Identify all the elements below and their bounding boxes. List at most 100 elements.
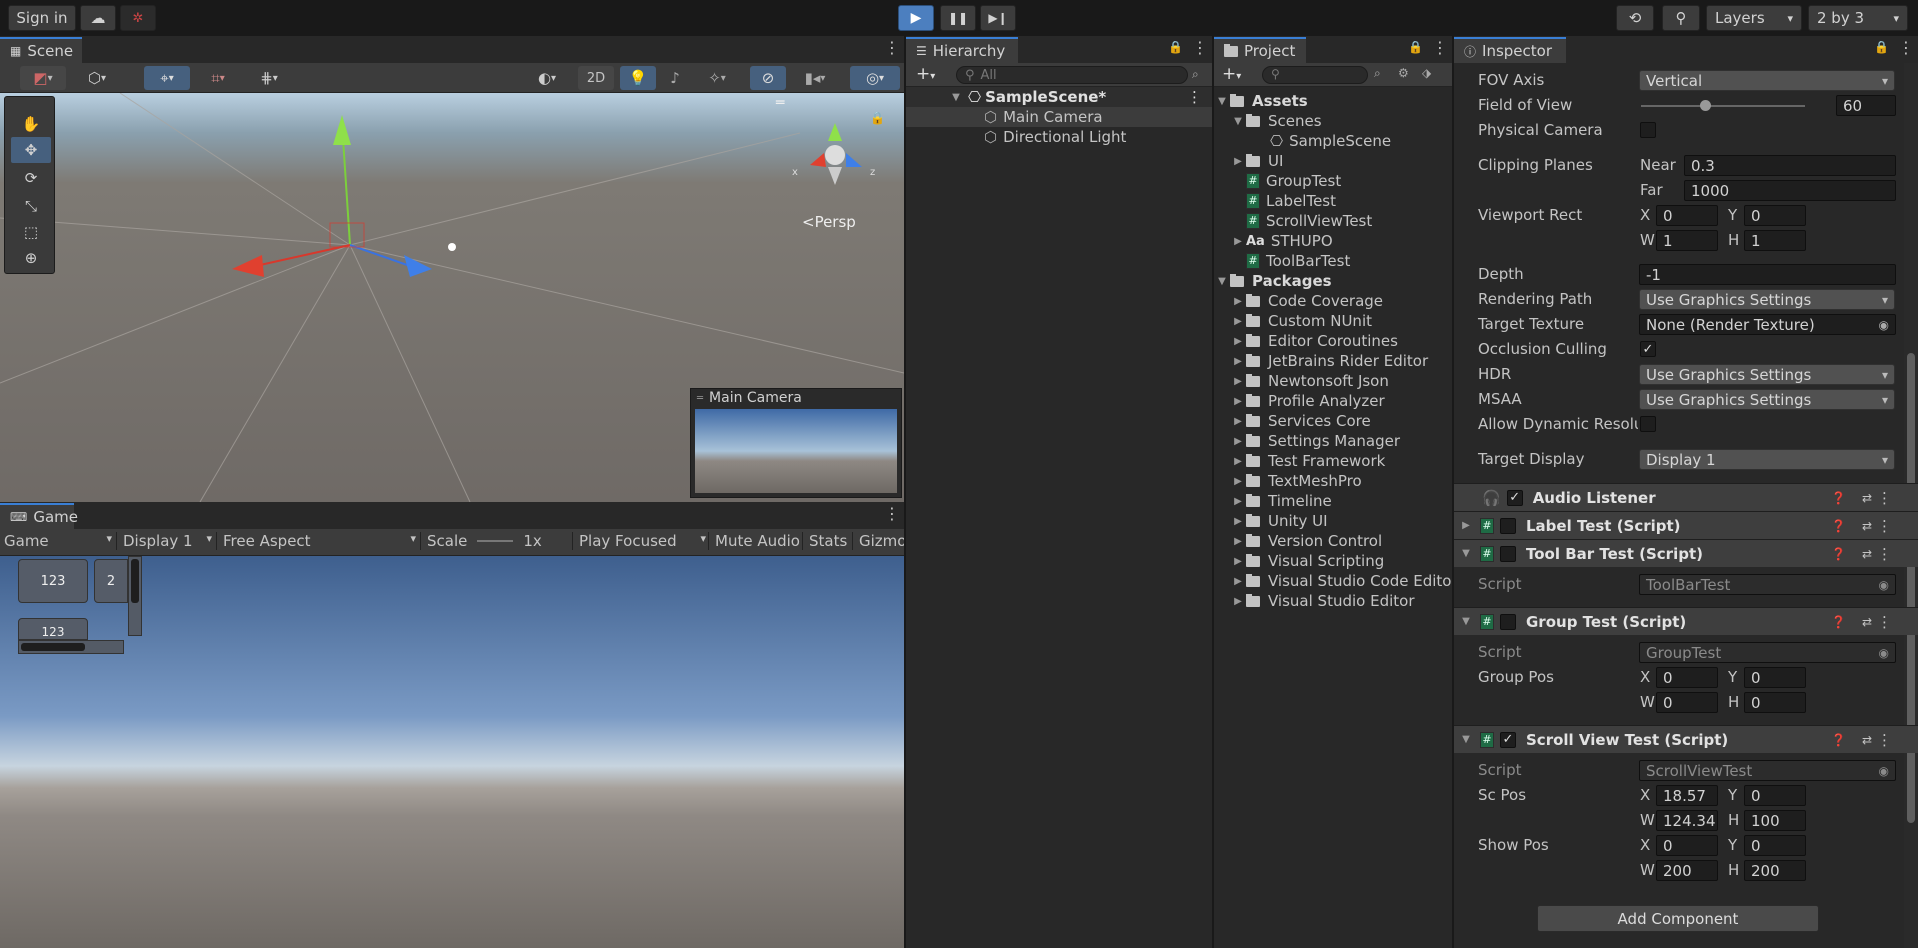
- sc-pos-h-field[interactable]: 100: [1744, 810, 1806, 831]
- pivot-button[interactable]: ⌖ ▾: [144, 66, 190, 90]
- help-icon[interactable]: ❓: [1831, 519, 1846, 533]
- collapsed-icon[interactable]: ▶: [1230, 316, 1246, 327]
- label-test-checkbox[interactable]: [1500, 517, 1516, 534]
- collab-button[interactable]: ✲: [120, 5, 156, 31]
- label-test-header[interactable]: ▶ # Label Test (Script) ❓ ⇄ ⋮: [1454, 511, 1918, 539]
- scene-asset[interactable]: ⎔ SampleScene: [1214, 131, 1452, 151]
- collapsed-icon[interactable]: ▶: [1230, 556, 1246, 567]
- audio-toggle[interactable]: ♪: [660, 66, 690, 90]
- target-texture-field[interactable]: None (Render Texture) ◉: [1639, 314, 1896, 335]
- show-pos-w-field[interactable]: 200: [1656, 860, 1718, 881]
- tab-project[interactable]: Project: [1214, 37, 1306, 63]
- scene-row[interactable]: ▼ ⎔ SampleScene* ⋮: [906, 87, 1212, 107]
- audio-listener-header[interactable]: 🎧 ✓ Audio Listener ❓ ⇄ ⋮: [1454, 483, 1918, 511]
- package-item[interactable]: ▶ TextMeshPro: [1214, 471, 1452, 491]
- fov-field[interactable]: 60: [1836, 95, 1896, 116]
- rect-tool[interactable]: ⬚: [11, 219, 51, 245]
- collapsed-icon[interactable]: ▶: [1230, 376, 1246, 387]
- package-item[interactable]: ▶ Visual Studio Editor: [1214, 591, 1452, 611]
- collapsed-icon[interactable]: ▶: [1230, 336, 1246, 347]
- help-icon[interactable]: ❓: [1831, 491, 1846, 505]
- preset-icon[interactable]: ⇄: [1862, 491, 1872, 505]
- package-item[interactable]: ▶ Services Core: [1214, 411, 1452, 431]
- package-item[interactable]: ▶ Timeline: [1214, 491, 1452, 511]
- more-icon[interactable]: ⋮: [1877, 489, 1892, 507]
- group-test-checkbox[interactable]: [1500, 613, 1516, 630]
- more-icon[interactable]: ⋮: [884, 504, 900, 523]
- search-button[interactable]: ⚲: [1662, 5, 1700, 31]
- collapsed-icon[interactable]: ▶: [1230, 516, 1246, 527]
- stats-toggle[interactable]: Stats: [802, 532, 847, 550]
- show-pos-h-field[interactable]: 200: [1744, 860, 1806, 881]
- expand-icon[interactable]: ▼: [1214, 276, 1230, 287]
- fov-slider-thumb[interactable]: [1700, 100, 1711, 111]
- expand-icon[interactable]: ▼: [1458, 734, 1474, 745]
- expand-icon[interactable]: ▼: [1230, 116, 1246, 127]
- create-button[interactable]: +▾: [916, 64, 935, 84]
- gizmos-toggle[interactable]: Gizmo: [852, 532, 904, 550]
- sc-pos-y-field[interactable]: 0: [1744, 785, 1806, 806]
- help-icon[interactable]: ❓: [1831, 615, 1846, 629]
- package-item[interactable]: ▶ Code Coverage: [1214, 291, 1452, 311]
- collapsed-icon[interactable]: ▶: [1458, 520, 1474, 531]
- gizmos-button[interactable]: ◎ ▾: [850, 66, 900, 90]
- more-icon[interactable]: ⋮: [1898, 38, 1914, 57]
- package-item[interactable]: ▶ Visual Studio Code Edito: [1214, 571, 1452, 591]
- asset-item[interactable]: # ScrollViewTest: [1214, 211, 1452, 231]
- lock-icon[interactable]: 🔒: [1408, 40, 1423, 54]
- collapsed-icon[interactable]: ▶: [1230, 536, 1246, 547]
- orientation-gizmo[interactable]: x z: [790, 115, 880, 195]
- occlusion-culling-checkbox[interactable]: ✓: [1640, 341, 1656, 357]
- play-button[interactable]: ▶: [898, 5, 934, 31]
- transform-tool[interactable]: ⊕: [11, 245, 51, 271]
- game-button-2[interactable]: 2: [94, 559, 128, 603]
- group-pos-w-field[interactable]: 0: [1656, 692, 1718, 713]
- layout-dropdown[interactable]: 2 by 3 ▾: [1808, 5, 1908, 31]
- preset-icon[interactable]: ⇄: [1862, 615, 1872, 629]
- search-by-type-icon[interactable]: ⌕: [1192, 67, 1199, 82]
- scene-viewport[interactable]: ✋ ✥ ⟳ ⤡ ⬚ ⊕ ═ 🔒 x z <Persp ═ Main Camera: [0, 93, 904, 502]
- msaa-dropdown[interactable]: Use Graphics Settings: [1639, 389, 1895, 410]
- game-view-dropdown[interactable]: Game ▾: [4, 532, 112, 550]
- collapsed-icon[interactable]: ▶: [1230, 576, 1246, 587]
- asset-item[interactable]: # GroupTest: [1214, 171, 1452, 191]
- expand-icon[interactable]: ▼: [1458, 548, 1474, 559]
- sc-pos-w-field[interactable]: 124.34: [1656, 810, 1718, 831]
- fov-slider-track[interactable]: [1641, 105, 1805, 107]
- more-icon[interactable]: ⋮: [1877, 517, 1892, 535]
- cloud-button[interactable]: ☁: [80, 5, 116, 31]
- viewport-h-field[interactable]: 1: [1744, 230, 1806, 251]
- package-item[interactable]: ▶ Newtonsoft Json: [1214, 371, 1452, 391]
- render-mode-button[interactable]: ◐ ▾: [524, 66, 570, 90]
- expand-icon[interactable]: ▼: [1458, 616, 1474, 627]
- lock-icon[interactable]: 🔒: [1168, 40, 1183, 54]
- hand-tool[interactable]: ✋: [11, 111, 51, 137]
- preset-icon[interactable]: ⇄: [1862, 547, 1872, 561]
- tab-hierarchy[interactable]: ☰ Hierarchy: [906, 37, 1018, 63]
- horizontal-scroll-thumb[interactable]: [21, 643, 85, 651]
- help-icon[interactable]: ❓: [1831, 733, 1846, 747]
- layers-dropdown[interactable]: Layers ▾: [1706, 5, 1802, 31]
- more-icon[interactable]: ⋮: [1877, 545, 1892, 563]
- snap-button[interactable]: ⋕ ▾: [246, 66, 292, 90]
- viewport-w-field[interactable]: 1: [1656, 230, 1718, 251]
- more-icon[interactable]: ⋮: [1877, 731, 1892, 749]
- hdr-dropdown[interactable]: Use Graphics Settings: [1639, 364, 1895, 385]
- scroll-view-test-checkbox[interactable]: ✓: [1500, 731, 1516, 748]
- package-item[interactable]: ▶ Test Framework: [1214, 451, 1452, 471]
- show-pos-x-field[interactable]: 0: [1656, 835, 1718, 856]
- scale-slider[interactable]: Scale 1x: [420, 532, 570, 550]
- depth-field[interactable]: -1: [1639, 264, 1896, 285]
- hidden-objects-toggle[interactable]: ⊘: [750, 66, 786, 90]
- package-item[interactable]: ▶ Unity UI: [1214, 511, 1452, 531]
- 2d-toggle[interactable]: 2D: [578, 66, 614, 90]
- step-button[interactable]: ▶❙: [980, 5, 1016, 31]
- pause-button[interactable]: ❚❚: [940, 5, 976, 31]
- display-dropdown[interactable]: Display 1 ▾: [116, 532, 212, 550]
- packages-folder[interactable]: ▼ Packages: [1214, 271, 1452, 291]
- package-item[interactable]: ▶ Version Control: [1214, 531, 1452, 551]
- toolbar-test-header[interactable]: ▼ # Tool Bar Test (Script) ❓ ⇄ ⋮: [1454, 539, 1918, 567]
- tab-game[interactable]: ⌨ Game: [0, 503, 78, 529]
- group-pos-h-field[interactable]: 0: [1744, 692, 1806, 713]
- project-search[interactable]: ⚲: [1262, 66, 1368, 84]
